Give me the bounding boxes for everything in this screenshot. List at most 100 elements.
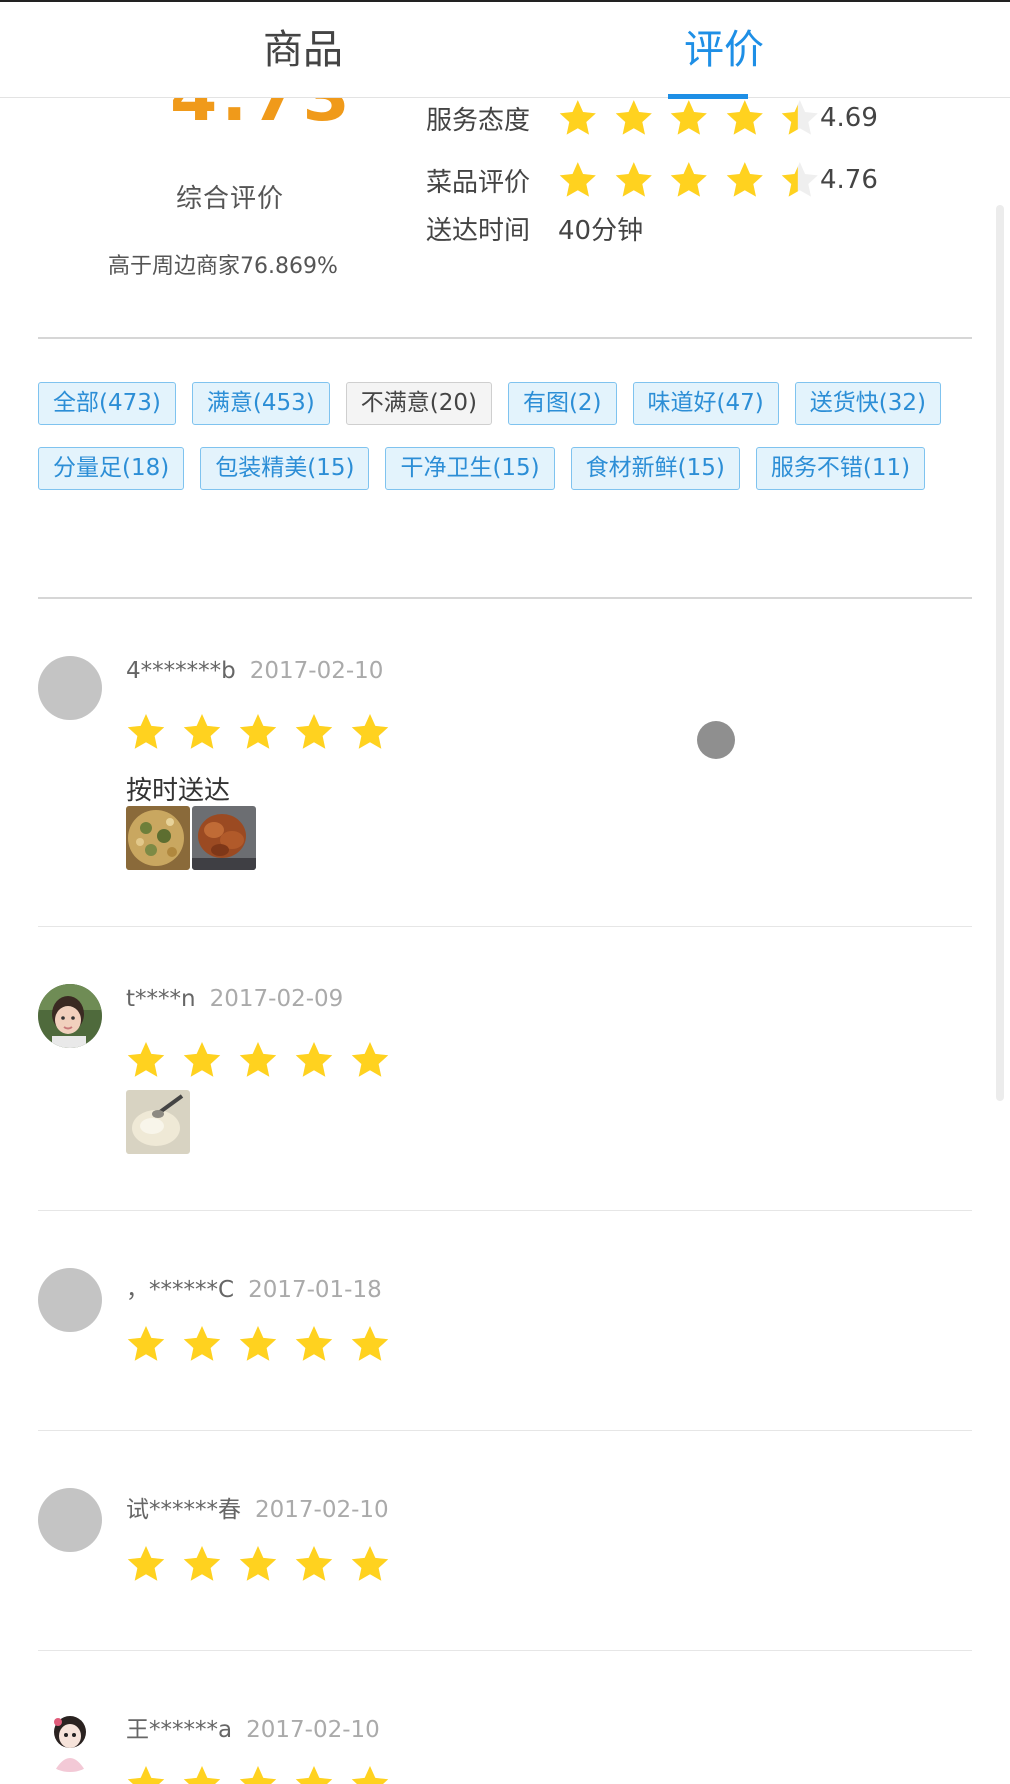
- star-icon: [183, 714, 221, 749]
- star-icon: [559, 162, 596, 197]
- star-icon: [183, 1766, 221, 1784]
- star-icon: [127, 1546, 165, 1581]
- star-icon: [615, 162, 652, 197]
- floating-touch-indicator[interactable]: [697, 721, 735, 759]
- star-icon: [295, 714, 333, 749]
- avatar[interactable]: [38, 984, 102, 1048]
- divider: [38, 1650, 972, 1651]
- star-icon: [295, 1766, 333, 1784]
- tab-bar: 商品 评价: [0, 0, 1010, 99]
- wings-photo[interactable]: [192, 806, 256, 870]
- tag-unsatisfied[interactable]: 不满意(20): [345, 382, 492, 425]
- star-icon: [726, 100, 763, 135]
- star-icon: [239, 1042, 277, 1077]
- tag-tasty[interactable]: 味道好(47): [632, 382, 779, 425]
- review-stars: [126, 1764, 390, 1784]
- tag-fast-delivery[interactable]: 送货快(32): [794, 382, 941, 425]
- tab-reviews[interactable]: 评价: [662, 22, 786, 78]
- divider: [38, 1210, 972, 1211]
- star-icon: [351, 714, 389, 749]
- star-icon: [183, 1546, 221, 1581]
- star-icon: [183, 1042, 221, 1077]
- review-meta: 4*******b 2017-02-10: [126, 658, 383, 684]
- reviews-page: 商品 评价 4.73 综合评价 高于周边商家76.869% 服务态度 4.69 …: [0, 0, 1010, 1784]
- star-icon: [239, 714, 277, 749]
- username: ，******C: [126, 1277, 235, 1303]
- star-icon: [782, 100, 819, 135]
- filter-tags: 全部(473) 满意(453) 不满意(20) 有图(2) 味道好(47) 送货…: [38, 382, 978, 490]
- dish-rating-row: 菜品评价 4.76: [426, 160, 878, 200]
- tab-goods[interactable]: 商品: [230, 22, 376, 78]
- star-icon: [239, 1546, 277, 1581]
- avatar[interactable]: [38, 1708, 102, 1772]
- avatar[interactable]: [38, 1268, 102, 1332]
- star-icon: [127, 1326, 165, 1361]
- review-meta: 试******春 2017-02-10: [126, 1490, 389, 1524]
- star-icon: [351, 1042, 389, 1077]
- star-icon: [351, 1546, 389, 1581]
- username: 4*******b: [126, 658, 236, 684]
- review-text: 按时送达: [126, 776, 231, 806]
- delivery-value: 40分钟: [558, 215, 644, 246]
- star-icon: [127, 714, 165, 749]
- review-date: 2017-02-10: [255, 1497, 389, 1523]
- star-icon: [127, 1766, 165, 1784]
- star-icon: [239, 1766, 277, 1784]
- star-icon: [559, 100, 596, 135]
- username: 王******a: [126, 1717, 233, 1743]
- tag-fresh-ingredients[interactable]: 食材新鲜(15): [570, 447, 740, 490]
- divider: [38, 597, 972, 599]
- tag-clean[interactable]: 干净卫生(15): [385, 447, 555, 490]
- tag-with-photos[interactable]: 有图(2): [507, 382, 617, 425]
- star-icon: [295, 1042, 333, 1077]
- tag-generous-portion[interactable]: 分量足(18): [38, 447, 185, 490]
- pizza-photo[interactable]: [126, 806, 190, 870]
- dish-label: 菜品评价: [426, 167, 531, 198]
- tag-nice-packaging[interactable]: 包装精美(15): [200, 447, 370, 490]
- dessert-photo[interactable]: [126, 1090, 190, 1154]
- service-stars: [558, 98, 820, 138]
- tag-all[interactable]: 全部(473): [38, 382, 176, 425]
- scrollbar[interactable]: [996, 205, 1004, 1101]
- star-icon: [183, 1326, 221, 1361]
- divider: [38, 1430, 972, 1431]
- star-icon: [615, 100, 652, 135]
- avatar[interactable]: [38, 1488, 102, 1552]
- star-icon: [295, 1326, 333, 1361]
- star-icon: [782, 162, 819, 197]
- rating-summary: 4.73 综合评价 高于周边商家76.869% 服务态度 4.69 菜品评价 4…: [0, 58, 1010, 338]
- review-stars: [126, 712, 390, 752]
- star-icon: [351, 1766, 389, 1784]
- tag-good-service[interactable]: 服务不错(11): [755, 447, 926, 490]
- service-value: 4.69: [820, 103, 878, 133]
- review-meta: t****n 2017-02-09: [126, 986, 343, 1012]
- compare-text: 高于周边商家76.869%: [108, 254, 338, 279]
- delivery-time-row: 送达时间 40分钟: [426, 208, 643, 248]
- review-photos: [126, 806, 256, 870]
- star-icon: [351, 1326, 389, 1361]
- active-tab-indicator: [668, 94, 748, 99]
- star-icon: [670, 162, 707, 197]
- username: t****n: [126, 986, 196, 1012]
- star-icon: [295, 1546, 333, 1581]
- divider: [38, 337, 972, 339]
- overall-label: 综合评价: [176, 184, 285, 214]
- dish-stars: [558, 160, 820, 200]
- avatar[interactable]: [38, 656, 102, 720]
- review-photos: [126, 1090, 190, 1154]
- review-stars: [126, 1040, 390, 1080]
- dish-value: 4.76: [820, 165, 878, 195]
- star-icon: [127, 1042, 165, 1077]
- review-date: 2017-02-09: [209, 986, 344, 1012]
- star-icon: [726, 162, 763, 197]
- tag-satisfied[interactable]: 满意(453): [191, 382, 330, 425]
- username: 试******春: [126, 1497, 241, 1523]
- review-date: 2017-01-18: [248, 1277, 382, 1303]
- service-label: 服务态度: [426, 105, 531, 136]
- review-date: 2017-02-10: [246, 1717, 380, 1743]
- star-icon: [670, 100, 707, 135]
- review-meta: 王******a 2017-02-10: [126, 1710, 380, 1744]
- star-icon: [239, 1326, 277, 1361]
- delivery-label: 送达时间: [426, 215, 531, 246]
- review-stars: [126, 1544, 390, 1584]
